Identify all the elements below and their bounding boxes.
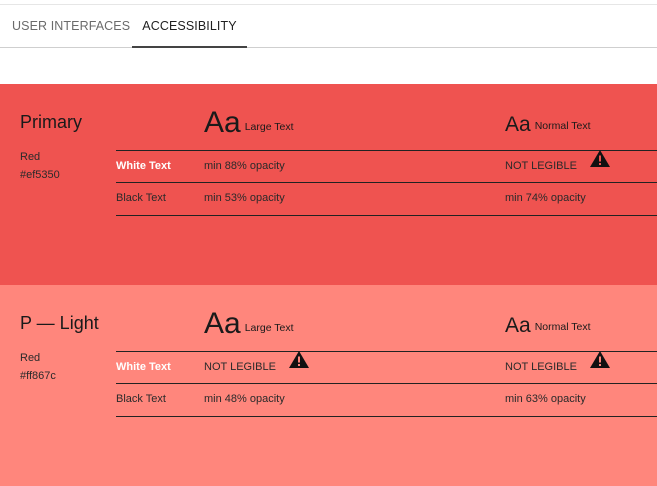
normal-text-label: Normal Text (534, 321, 591, 333)
warning-icon (590, 149, 610, 180)
large-text-value: NOT LEGIBLE (204, 350, 309, 384)
palette-name: P — Light (20, 313, 99, 333)
normal-aa-sample: Aa (505, 113, 531, 136)
palette-primary: Primary Red #ef5350 Aa Large Text Aa Norma… (0, 84, 657, 285)
normal-text-value: NOT LEGIBLE (505, 149, 610, 183)
normal-aa-sample: Aa (505, 314, 531, 337)
row-label: White Text (116, 160, 171, 172)
large-text-value: min 53% opacity (204, 192, 285, 204)
normal-text-header: Aa Normal Text (505, 314, 591, 338)
large-text-header: Aa Large Text (204, 106, 294, 140)
large-text-label: Large Text (244, 322, 294, 334)
tab-user-interfaces[interactable]: USER INTERFACES (12, 5, 130, 47)
large-aa-sample: Aa (204, 307, 241, 340)
normal-text-header: Aa Normal Text (505, 113, 591, 137)
palette-color-name: Red (20, 352, 41, 364)
large-text-header: Aa Large Text (204, 307, 294, 341)
large-aa-sample: Aa (204, 106, 241, 139)
palette-hex: #ff867c (20, 370, 56, 382)
row-black-text: Black Text min 48% opacity min 63% opaci… (116, 383, 657, 417)
tab-bar: USER INTERFACES ACCESSIBILITY (0, 5, 657, 48)
palette-primary-light: P — Light Red #ff867c Aa Large Text Aa Nor… (0, 285, 657, 486)
large-text-label: Large Text (244, 121, 294, 133)
normal-text-value: min 63% opacity (505, 393, 586, 405)
normal-text-value: NOT LEGIBLE (505, 350, 610, 384)
normal-text-value: min 74% opacity (505, 192, 586, 204)
row-white-text: White Text NOT LEGIBLE NOT LEGIBLE (116, 351, 657, 384)
palette-color-name: Red (20, 151, 41, 163)
normal-text-status: NOT LEGIBLE (505, 160, 577, 172)
normal-text-label: Normal Text (534, 120, 591, 132)
row-label: White Text (116, 361, 171, 373)
normal-text-status: NOT LEGIBLE (505, 361, 577, 373)
warning-icon (289, 350, 309, 381)
row-label: Black Text (116, 393, 166, 405)
palette-hex: #ef5350 (20, 169, 60, 181)
row-label: Black Text (116, 192, 166, 204)
palette-name: Primary (20, 112, 82, 132)
large-text-value: min 48% opacity (204, 393, 285, 405)
tab-accessibility[interactable]: ACCESSIBILITY (132, 5, 247, 48)
warning-icon (590, 350, 610, 381)
large-text-status: NOT LEGIBLE (204, 361, 276, 373)
row-white-text: White Text min 88% opacity NOT LEGIBLE (116, 150, 657, 183)
large-text-value: min 88% opacity (204, 160, 285, 172)
row-black-text: Black Text min 53% opacity min 74% opaci… (116, 182, 657, 216)
